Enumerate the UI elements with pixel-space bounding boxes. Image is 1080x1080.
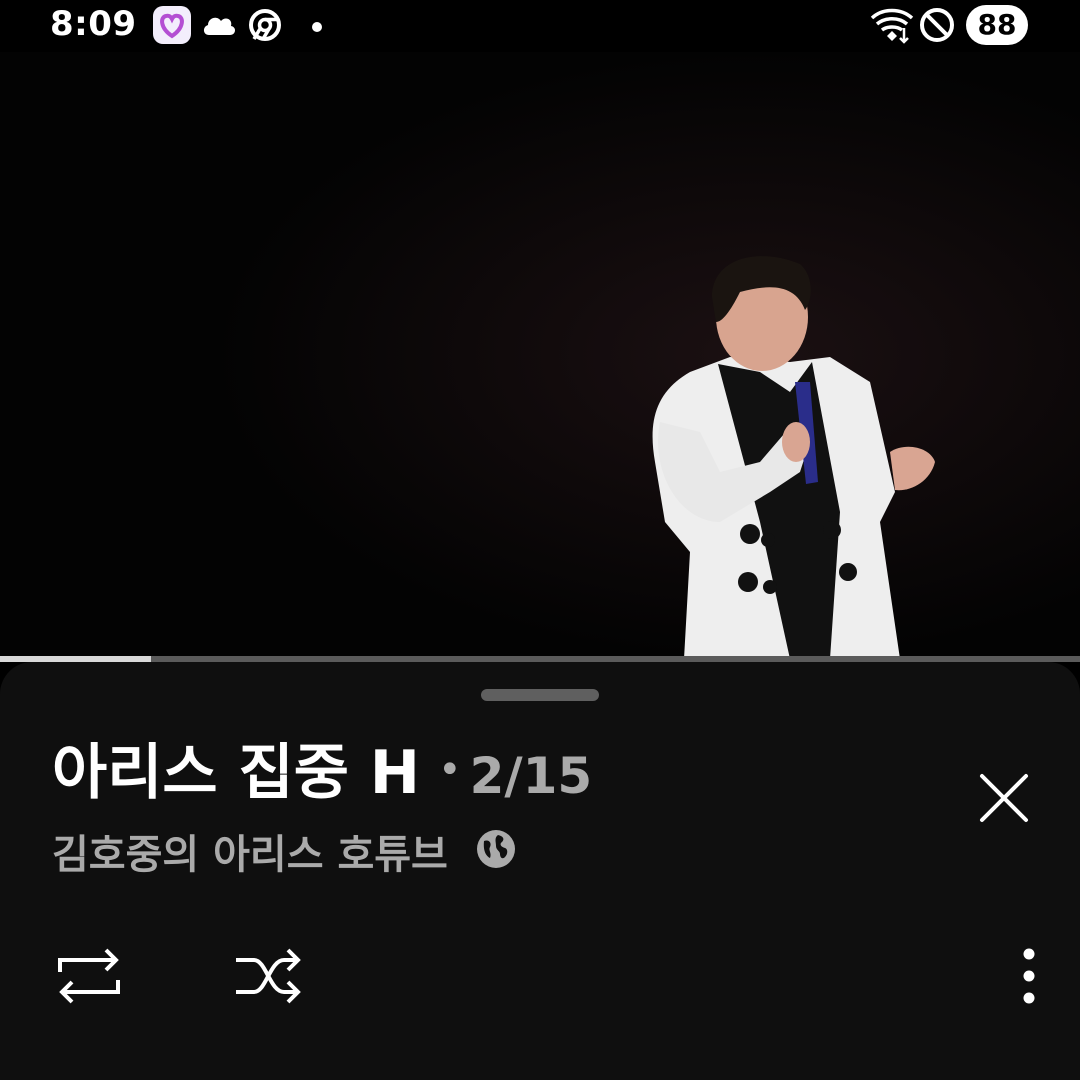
playlist-title-row[interactable]: 아리스 집중 H • 2/15 — [52, 724, 593, 808]
playlist-position: 2/15 — [469, 747, 593, 805]
video-player[interactable] — [0, 52, 1080, 659]
more-vert-icon — [1023, 948, 1035, 1004]
loop-button[interactable] — [52, 944, 126, 1012]
battery-indicator: 88 — [966, 5, 1028, 45]
loop-icon — [58, 948, 120, 1004]
channel-row[interactable]: 김호중의 아리스 호튜브 — [52, 822, 518, 884]
status-bar: 8:09 88 — [0, 0, 1080, 52]
do-not-disturb-icon — [918, 6, 956, 48]
drag-handle[interactable] — [481, 689, 599, 701]
shuffle-icon — [236, 948, 301, 1004]
playlist-title: 아리스 집중 H — [52, 738, 420, 808]
playlist-panel: 아리스 집중 H • 2/15 김호중의 아리스 호튜브 — [0, 662, 1080, 1080]
chrome-icon — [248, 8, 282, 46]
channel-name: 김호중의 아리스 호튜브 — [52, 832, 448, 878]
video-frame-performer — [0, 52, 1080, 659]
status-time: 8:09 — [50, 4, 137, 44]
more-options-button[interactable] — [1012, 946, 1046, 1010]
shuffle-button[interactable] — [232, 944, 306, 1012]
close-icon — [980, 774, 1028, 822]
wifi-icon — [870, 6, 914, 48]
close-button[interactable] — [972, 766, 1036, 830]
app-heart-icon — [152, 5, 192, 49]
title-separator: • — [438, 747, 462, 793]
cloud-icon — [200, 10, 238, 42]
globe-icon — [474, 827, 518, 881]
notification-dot-icon — [311, 18, 323, 37]
